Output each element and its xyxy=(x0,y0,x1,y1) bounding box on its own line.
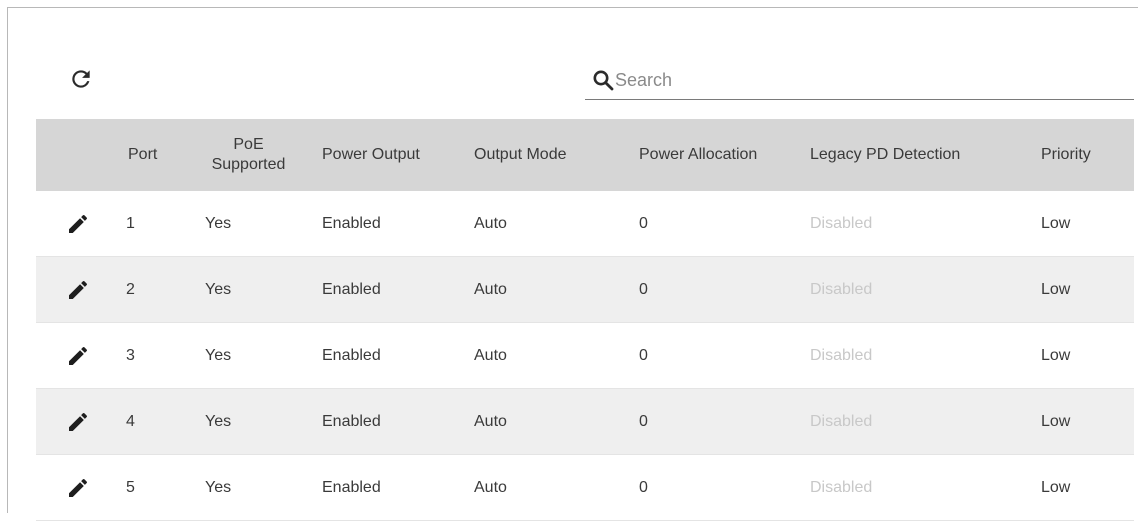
cell-priority: Low xyxy=(1041,214,1071,232)
cell-power-allocation: 0 xyxy=(639,412,648,430)
cell-priority: Low xyxy=(1041,346,1071,364)
header-port[interactable]: Port xyxy=(118,145,205,165)
table-row[interactable]: 5 Yes Enabled Auto 0 Disabled Low xyxy=(36,455,1134,521)
cell-output-mode: Auto xyxy=(474,280,507,298)
edit-cell xyxy=(36,476,118,500)
header-power-allocation[interactable]: Power Allocation xyxy=(639,145,810,165)
cell-power-output: Enabled xyxy=(322,214,381,232)
refresh-button[interactable] xyxy=(68,66,94,92)
cell-power-output: Enabled xyxy=(322,412,381,430)
table-body: 1 Yes Enabled Auto 0 Disabled Low 2 Yes … xyxy=(36,191,1134,521)
cell-power-output: Enabled xyxy=(322,280,381,298)
edit-cell xyxy=(36,212,118,236)
poe-port-panel: Port PoE Supported Power Output Output M… xyxy=(7,7,1138,521)
table-row[interactable]: 2 Yes Enabled Auto 0 Disabled Low xyxy=(36,257,1134,323)
header-poe-supported[interactable]: PoE Supported xyxy=(205,135,322,175)
cell-legacy-pd-detection: Disabled xyxy=(810,478,873,496)
pencil-icon[interactable] xyxy=(66,476,90,500)
cell-output-mode: Auto xyxy=(474,346,507,364)
cell-port: 1 xyxy=(126,214,135,232)
search-icon xyxy=(593,70,614,91)
edit-cell xyxy=(36,410,118,434)
cell-legacy-pd-detection: Disabled xyxy=(810,412,873,430)
cell-priority: Low xyxy=(1041,412,1071,430)
poe-port-table: Port PoE Supported Power Output Output M… xyxy=(36,119,1134,521)
header-power-output[interactable]: Power Output xyxy=(322,145,474,165)
cell-legacy-pd-detection: Disabled xyxy=(810,346,873,364)
cell-output-mode: Auto xyxy=(474,214,507,232)
pencil-icon[interactable] xyxy=(66,278,90,302)
cell-output-mode: Auto xyxy=(474,412,507,430)
cell-power-allocation: 0 xyxy=(639,478,648,496)
cell-port: 3 xyxy=(126,346,135,364)
table-row[interactable]: 1 Yes Enabled Auto 0 Disabled Low xyxy=(36,191,1134,257)
edit-cell xyxy=(36,278,118,302)
cell-port: 4 xyxy=(126,412,135,430)
cell-port: 2 xyxy=(126,280,135,298)
search-input[interactable] xyxy=(615,66,1115,94)
cell-poe-supported: Yes xyxy=(205,214,232,232)
cell-poe-supported: Yes xyxy=(205,478,232,496)
search-box xyxy=(585,62,1134,100)
pencil-icon[interactable] xyxy=(66,212,90,236)
cell-poe-supported: Yes xyxy=(205,412,232,430)
cell-power-output: Enabled xyxy=(322,478,381,496)
edit-cell xyxy=(36,344,118,368)
cell-power-allocation: 0 xyxy=(639,214,648,232)
cell-legacy-pd-detection: Disabled xyxy=(810,214,873,232)
pencil-icon[interactable] xyxy=(66,344,90,368)
cell-priority: Low xyxy=(1041,478,1071,496)
cell-priority: Low xyxy=(1041,280,1071,298)
cell-port: 5 xyxy=(126,478,135,496)
cell-poe-supported: Yes xyxy=(205,280,232,298)
cell-power-allocation: 0 xyxy=(639,280,648,298)
table-row[interactable]: 3 Yes Enabled Auto 0 Disabled Low xyxy=(36,323,1134,389)
cell-output-mode: Auto xyxy=(474,478,507,496)
header-output-mode[interactable]: Output Mode xyxy=(474,145,639,165)
cell-power-output: Enabled xyxy=(322,346,381,364)
pencil-icon[interactable] xyxy=(66,410,90,434)
cell-power-allocation: 0 xyxy=(639,346,648,364)
cell-poe-supported: Yes xyxy=(205,346,232,364)
header-legacy-pd-detection[interactable]: Legacy PD Detection xyxy=(810,145,1041,165)
table-header: Port PoE Supported Power Output Output M… xyxy=(36,119,1134,191)
table-row[interactable]: 4 Yes Enabled Auto 0 Disabled Low xyxy=(36,389,1134,455)
refresh-icon xyxy=(72,70,90,88)
header-priority[interactable]: Priority xyxy=(1041,145,1134,165)
cell-legacy-pd-detection: Disabled xyxy=(810,280,873,298)
